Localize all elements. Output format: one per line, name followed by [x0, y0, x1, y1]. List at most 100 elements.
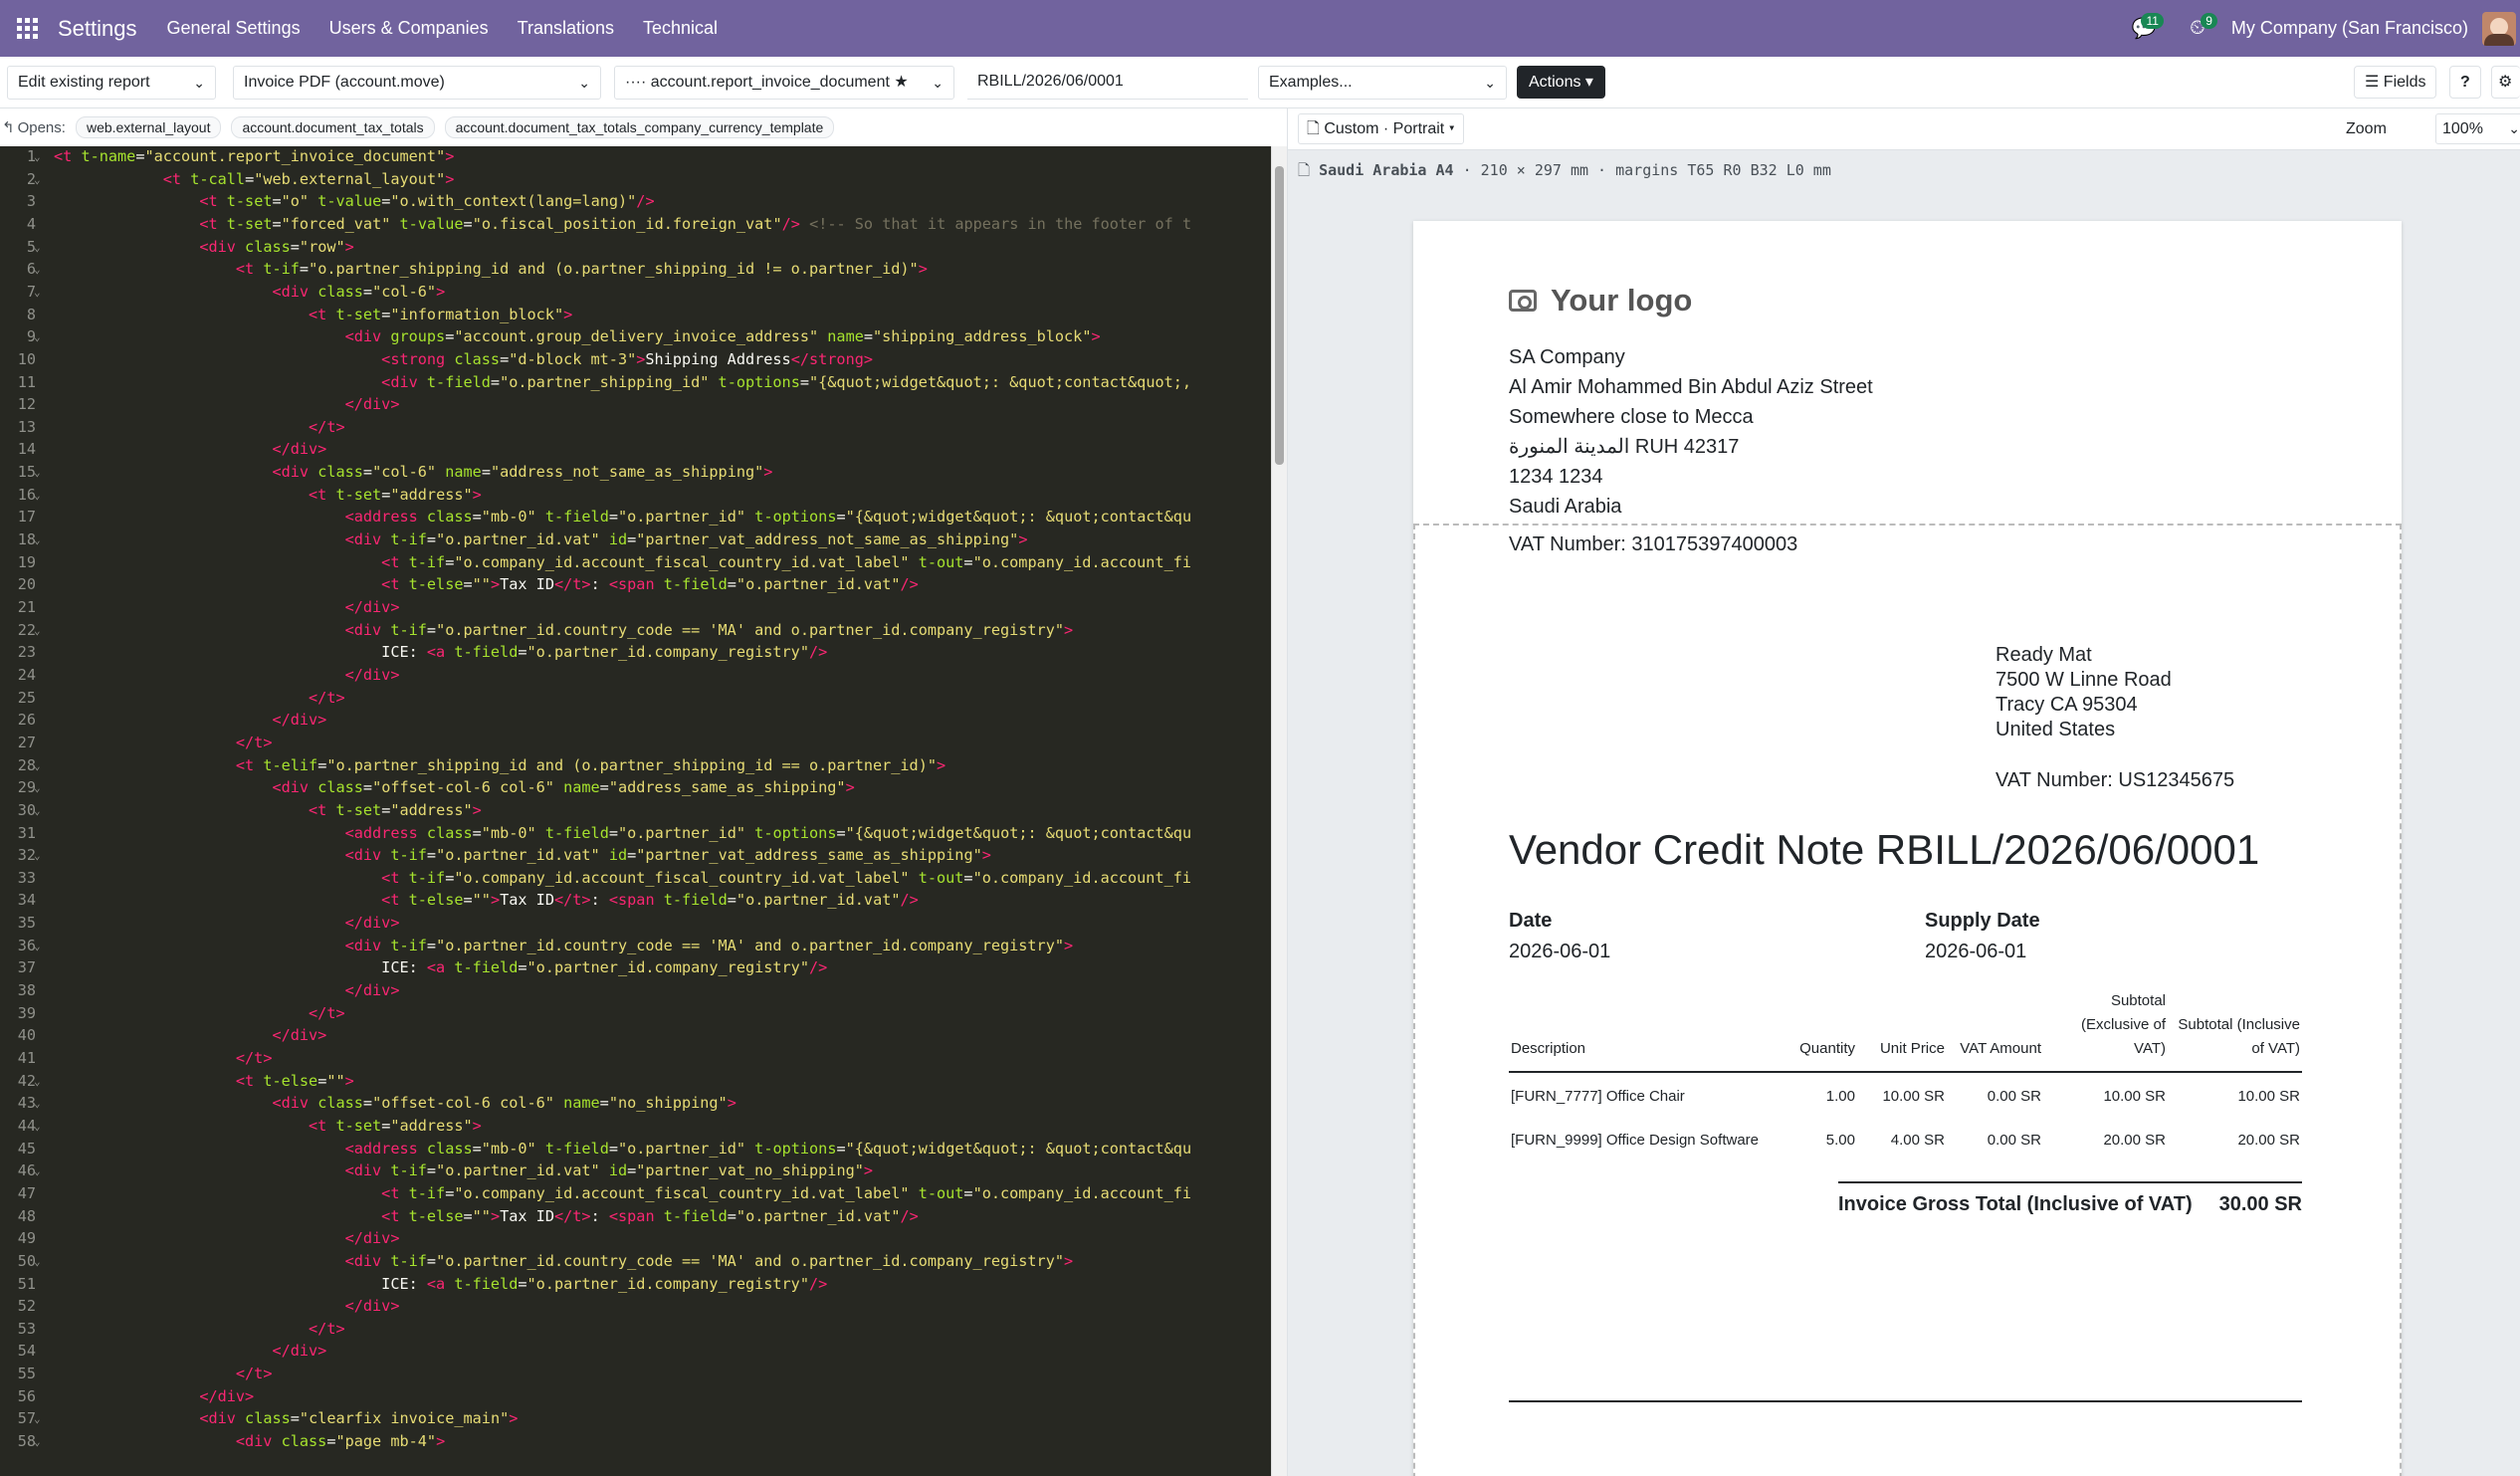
app-brand[interactable]: Settings [58, 16, 137, 42]
code-line[interactable]: </t> [54, 1049, 273, 1067]
code-line[interactable]: <div class="page mb-4"> [54, 1432, 445, 1450]
layout-select[interactable]: 🗋 Custom · Portrait ▾ [1298, 113, 1464, 144]
apps-menu-icon[interactable] [16, 18, 38, 40]
menu-general-settings[interactable]: General Settings [167, 18, 301, 39]
code-line[interactable]: <t t-if="o.partner_shipping_id and (o.pa… [54, 260, 928, 278]
opens-chip[interactable]: account.document_tax_totals [231, 116, 435, 138]
fold-toggle-icon[interactable]: ⌄ [34, 1120, 41, 1133]
fold-toggle-icon[interactable]: ⌄ [34, 849, 41, 862]
code-line[interactable]: </div> [54, 1387, 254, 1405]
fold-toggle-icon[interactable]: ⌄ [34, 173, 41, 186]
record-input[interactable]: RBILL/2026/06/0001 [967, 66, 1248, 100]
fold-toggle-icon[interactable]: ⌄ [34, 533, 41, 546]
fold-toggle-icon[interactable]: ⌄ [34, 1097, 41, 1110]
code-line[interactable]: </div> [54, 914, 400, 932]
code-line[interactable]: </div> [54, 1342, 326, 1360]
code-line[interactable]: </t> [54, 1320, 345, 1338]
code-line[interactable]: ICE: <a t-field="o.partner_id.company_re… [54, 958, 827, 976]
examples-select[interactable]: Examples... ⌄ [1258, 66, 1507, 100]
user-avatar[interactable] [2482, 11, 2516, 46]
company-switcher[interactable]: My Company (San Francisco) [2231, 18, 2468, 39]
code-line[interactable]: <div class="offset-col-6 col-6" name="no… [54, 1094, 735, 1112]
fold-toggle-icon[interactable]: ⌄ [34, 1412, 41, 1425]
help-button[interactable]: ? [2449, 66, 2481, 99]
code-line[interactable]: <t t-if="o.company_id.account_fiscal_cou… [54, 553, 1191, 571]
code-line[interactable]: <t t-if="o.company_id.account_fiscal_cou… [54, 1184, 1191, 1202]
fold-toggle-icon[interactable]: ⌄ [34, 781, 41, 794]
code-line[interactable]: </t> [54, 1004, 345, 1022]
code-line[interactable]: <div t-if="o.partner_id.country_code == … [54, 937, 1074, 954]
code-line[interactable]: <address class="mb-0" t-field="o.partner… [54, 1140, 1191, 1158]
messages-button[interactable]: 💬 11 [2124, 9, 2164, 49]
editor-scrollbar[interactable] [1271, 146, 1287, 1476]
code-line[interactable]: <t t-set="forced_vat" t-value="o.fiscal_… [54, 215, 1191, 233]
code-line[interactable]: <div class="row"> [54, 238, 353, 256]
fold-toggle-icon[interactable]: ⌄ [34, 241, 41, 254]
fields-button[interactable]: ☰ Fields [2354, 66, 2437, 99]
code-line[interactable]: </div> [54, 1229, 400, 1247]
code-editor[interactable]: 1 ⌄ <t t-name="account.report_invoice_docu… [0, 146, 1271, 1476]
code-line[interactable]: <address class="mb-0" t-field="o.partner… [54, 508, 1191, 526]
code-line[interactable]: <div class="clearfix invoice_main"> [54, 1409, 518, 1427]
opens-chip[interactable]: account.document_tax_totals_company_curr… [444, 116, 835, 138]
code-line[interactable]: <t t-set="address"> [54, 801, 482, 819]
code-line[interactable]: <t t-else=""> [54, 1072, 354, 1090]
code-line[interactable]: <t t-set="o" t-value="o.with_context(lan… [54, 192, 654, 210]
scrollbar-thumb[interactable] [1275, 166, 1284, 465]
code-line[interactable]: <div t-if="o.partner_id.vat" id="partner… [54, 530, 1028, 548]
report-select[interactable]: Invoice PDF (account.move) ⌄ [233, 66, 601, 100]
code-line[interactable]: </div> [54, 1026, 326, 1044]
code-line[interactable]: </div> [54, 1297, 400, 1315]
code-line[interactable]: <div class="col-6" name="address_not_sam… [54, 463, 772, 481]
menu-translations[interactable]: Translations [518, 18, 614, 39]
code-line[interactable]: </t> [54, 734, 273, 751]
fold-toggle-icon[interactable]: ⌄ [34, 466, 41, 479]
code-line[interactable]: <t t-set="address"> [54, 486, 482, 504]
code-line[interactable]: <div t-if="o.partner_id.country_code == … [54, 621, 1074, 639]
fold-toggle-icon[interactable]: ⌄ [34, 1435, 41, 1448]
code-line[interactable]: </t> [54, 689, 345, 707]
mode-select[interactable]: Edit existing report ⌄ [7, 66, 216, 100]
fold-toggle-icon[interactable]: ⌄ [34, 263, 41, 276]
code-line[interactable]: <t t-name="account.report_invoice_docume… [54, 147, 454, 165]
code-line[interactable]: </t> [54, 1365, 273, 1382]
code-line[interactable]: <div class="offset-col-6 col-6" name="ad… [54, 778, 854, 796]
fold-toggle-icon[interactable]: ⌄ [34, 1255, 41, 1268]
activities-button[interactable]: ⏲ 9 [2178, 9, 2217, 49]
code-line[interactable]: </div> [54, 711, 326, 729]
code-line[interactable]: <t t-else="">Tax ID</t>: <span t-field="… [54, 891, 919, 909]
code-line[interactable]: <t t-set="address"> [54, 1117, 482, 1135]
fold-toggle-icon[interactable]: ⌄ [34, 940, 41, 952]
fold-toggle-icon[interactable]: ⌄ [34, 624, 41, 637]
code-line[interactable]: </t> [54, 418, 345, 436]
code-line[interactable]: <div groups="account.group_delivery_invo… [54, 327, 1101, 345]
code-line[interactable]: <t t-set="information_block"> [54, 306, 572, 323]
fold-toggle-icon[interactable]: ⌄ [34, 286, 41, 299]
code-line[interactable]: <div class="col-6"> [54, 283, 445, 301]
code-line[interactable]: <t t-if="o.company_id.account_fiscal_cou… [54, 869, 1191, 887]
code-line[interactable]: <div t-if="o.partner_id.country_code == … [54, 1252, 1074, 1270]
fold-toggle-icon[interactable]: ⌄ [34, 1164, 41, 1177]
settings-button[interactable]: ⚙ [2491, 66, 2520, 99]
code-line[interactable]: <t t-else="">Tax ID</t>: <span t-field="… [54, 1207, 919, 1225]
fold-toggle-icon[interactable]: ⌄ [34, 804, 41, 817]
code-line[interactable]: </div> [54, 598, 400, 616]
fold-toggle-icon[interactable]: ⌄ [34, 1075, 41, 1088]
code-line[interactable]: <address class="mb-0" t-field="o.partner… [54, 824, 1191, 842]
actions-button[interactable]: Actions ▾ [1517, 66, 1605, 99]
fold-toggle-icon[interactable]: ⌄ [34, 150, 41, 163]
menu-users-companies[interactable]: Users & Companies [329, 18, 489, 39]
code-line[interactable]: </div> [54, 981, 400, 999]
code-line[interactable]: <div t-if="o.partner_id.vat" id="partner… [54, 1161, 873, 1179]
code-line[interactable]: <t t-call="web.external_layout"> [54, 170, 455, 188]
code-line[interactable]: ICE: <a t-field="o.partner_id.company_re… [54, 1275, 827, 1293]
code-line[interactable]: </div> [54, 666, 400, 684]
code-line[interactable]: ICE: <a t-field="o.partner_id.company_re… [54, 643, 827, 661]
fold-toggle-icon[interactable]: ⌄ [34, 759, 41, 772]
menu-technical[interactable]: Technical [643, 18, 718, 39]
code-line[interactable]: </div> [54, 440, 326, 458]
code-line[interactable]: <strong class="d-block mt-3">Shipping Ad… [54, 350, 873, 368]
opens-chip[interactable]: web.external_layout [75, 116, 222, 138]
fold-toggle-icon[interactable]: ⌄ [34, 330, 41, 343]
code-line[interactable]: <div t-field="o.partner_shipping_id" t-o… [54, 373, 1191, 391]
